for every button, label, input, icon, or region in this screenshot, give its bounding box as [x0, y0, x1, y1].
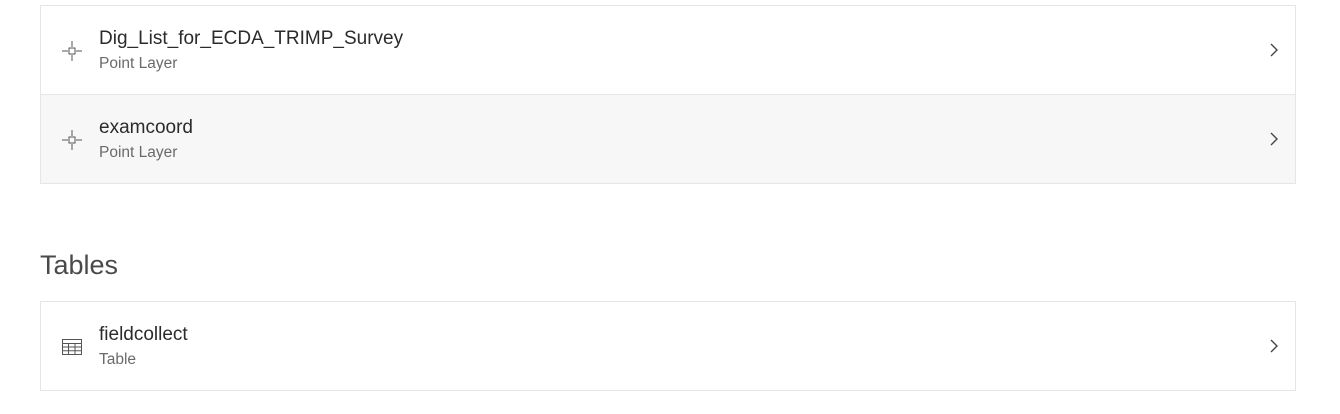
tables-list: fieldcollect Table: [40, 301, 1296, 391]
layer-type: Point Layer: [99, 144, 178, 161]
table-title: fieldcollect: [99, 324, 188, 345]
table-row-fieldcollect[interactable]: fieldcollect Table: [41, 302, 1295, 390]
layer-title: Dig_List_for_ECDA_TRIMP_Survey: [99, 28, 404, 49]
chevron-right-icon: [1267, 337, 1281, 355]
chevron-right-icon: [1267, 130, 1281, 148]
chevron-right-icon: [1267, 41, 1281, 59]
page: Dig_List_for_ECDA_TRIMP_Survey Point Lay…: [0, 0, 1340, 414]
layer-type: Point Layer: [99, 55, 178, 72]
tables-section-heading: Tables: [40, 250, 119, 280]
table-row-text: fieldcollect Table: [99, 323, 188, 370]
layer-row-dig-list[interactable]: Dig_List_for_ECDA_TRIMP_Survey Point Lay…: [41, 6, 1295, 94]
point-layer-icon: [61, 129, 83, 151]
table-icon: [61, 336, 83, 358]
point-layer-icon: [61, 40, 83, 62]
table-type: Table: [99, 351, 137, 368]
layers-list: Dig_List_for_ECDA_TRIMP_Survey Point Lay…: [40, 5, 1296, 184]
layer-row-text: Dig_List_for_ECDA_TRIMP_Survey Point Lay…: [99, 27, 403, 74]
layer-row-text: examcoord Point Layer: [99, 116, 193, 163]
layer-title: examcoord: [99, 117, 193, 138]
layer-row-examcoord[interactable]: examcoord Point Layer: [41, 94, 1295, 183]
